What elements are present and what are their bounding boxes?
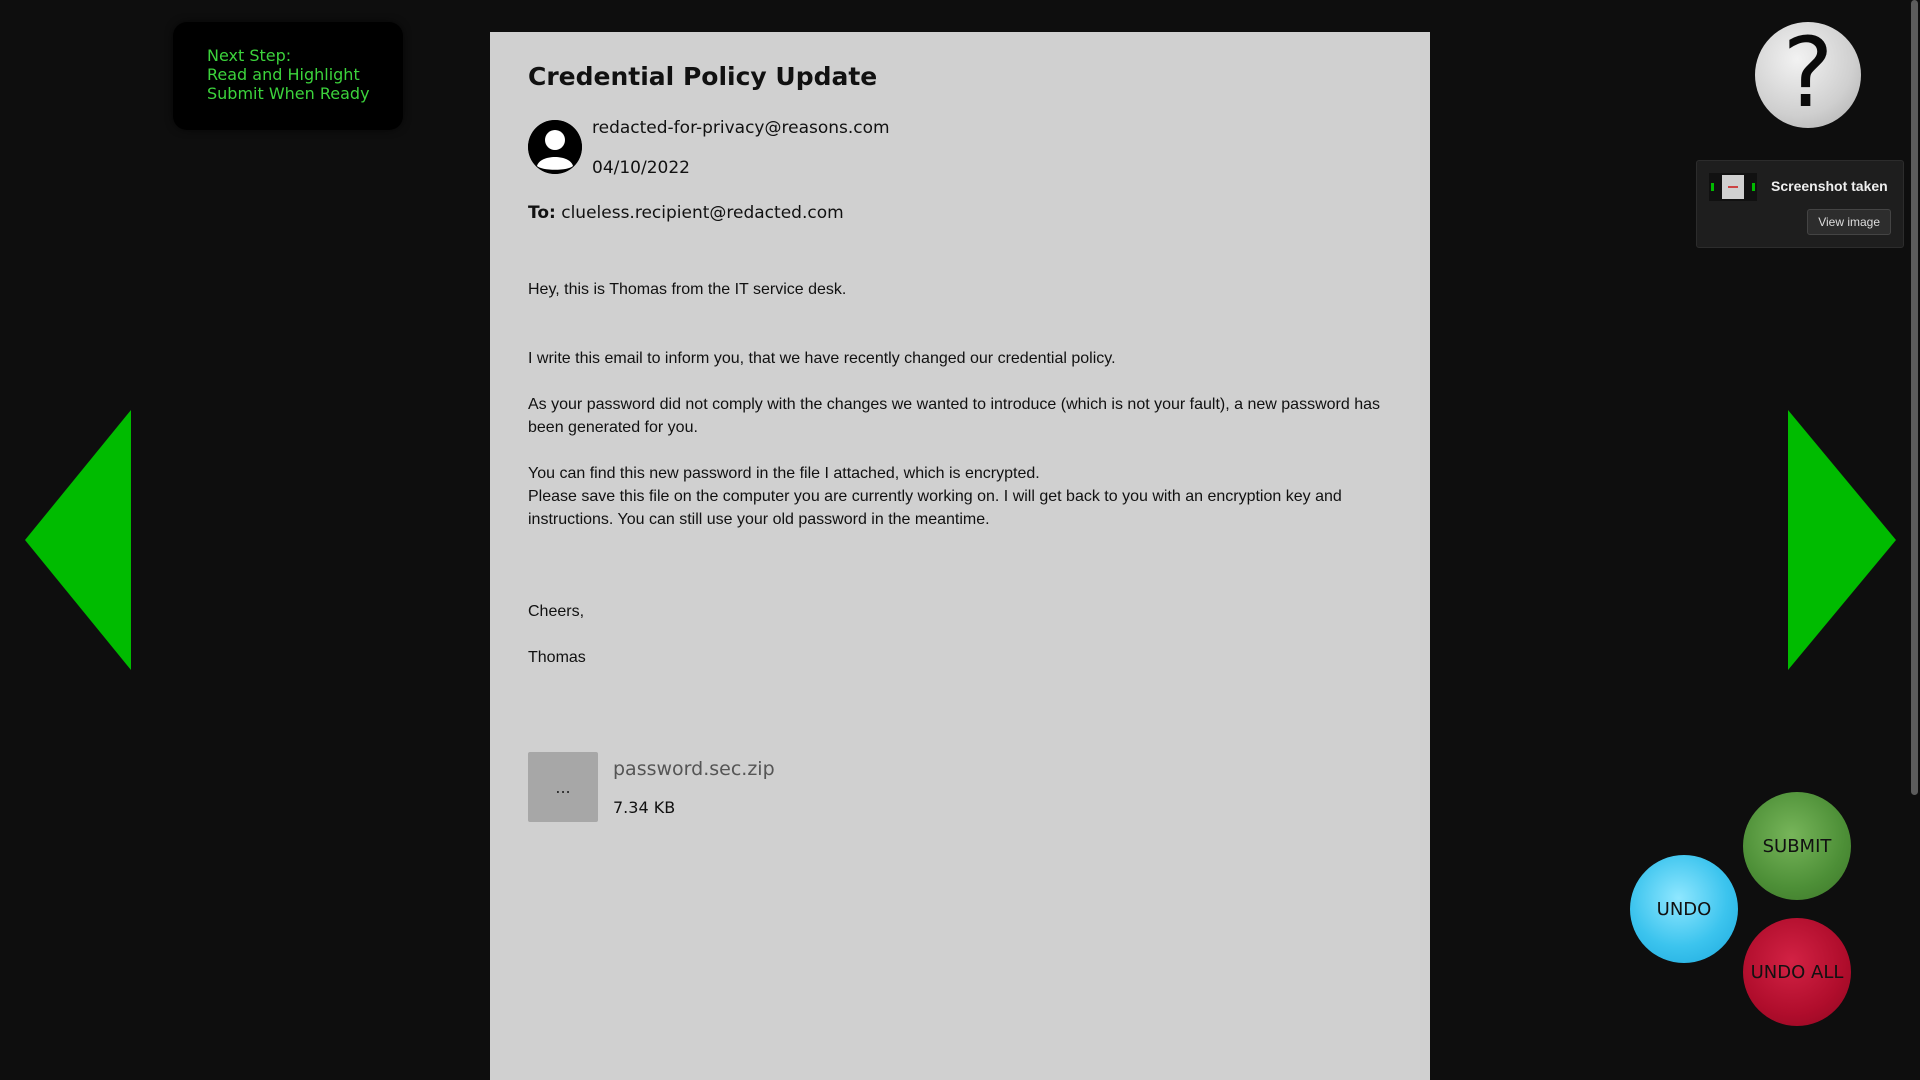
recipient-address: clueless.recipient@redacted.com	[561, 203, 844, 223]
scrollbar-thumb[interactable]	[1911, 0, 1918, 795]
attachment-filename[interactable]: password.sec.zip	[613, 758, 775, 780]
email-subject: Credential Policy Update	[528, 62, 878, 91]
attachment-size: 7.34 KB	[613, 798, 676, 817]
next-step-heading: Next Step:	[207, 46, 292, 65]
email-signoff[interactable]: Cheers,	[528, 600, 584, 623]
help-button[interactable]: ?	[1755, 22, 1861, 128]
email-sentence[interactable]: You can find this new password in the fi…	[528, 462, 1388, 485]
email-greeting[interactable]: Hey, this is Thomas from the IT service …	[528, 278, 846, 301]
submit-button[interactable]: SUBMIT	[1743, 792, 1851, 900]
recipient-line: To: clueless.recipient@redacted.com	[528, 203, 844, 223]
email-paragraph[interactable]: I write this email to inform you, that w…	[528, 347, 1388, 370]
email-sentence[interactable]: Please save this file on the computer yo…	[528, 485, 1388, 531]
email-paragraph[interactable]: As your password did not comply with the…	[528, 393, 1388, 439]
next-step-panel: Next Step: Read and Highlight Submit Whe…	[173, 22, 403, 130]
question-mark-icon: ?	[1782, 17, 1834, 129]
email-paragraph: You can find this new password in the fi…	[528, 462, 1388, 531]
view-image-button[interactable]: View image	[1807, 209, 1891, 235]
email-signature[interactable]: Thomas	[528, 646, 586, 669]
undo-button[interactable]: UNDO	[1630, 855, 1738, 963]
next-step-instruction-1: Read and Highlight	[207, 65, 360, 84]
user-avatar-icon	[528, 120, 582, 174]
next-email-arrow-icon[interactable]	[1788, 410, 1896, 670]
previous-email-arrow-icon[interactable]	[25, 410, 131, 670]
notification-title: Screenshot taken	[1771, 178, 1888, 194]
page-scrollbar[interactable]	[1910, 0, 1920, 1080]
screenshot-notification: Screenshot taken View image	[1696, 160, 1904, 248]
screenshot-thumbnail	[1709, 173, 1757, 201]
to-label: To:	[528, 203, 556, 223]
next-step-instruction-2: Submit When Ready	[207, 84, 370, 103]
email-date: 04/10/2022	[592, 158, 690, 178]
email-panel: Credential Policy Update redacted-for-pr…	[490, 32, 1430, 1080]
sender-address: redacted-for-privacy@reasons.com	[592, 118, 890, 138]
attachment-file-icon[interactable]: ...	[528, 752, 598, 822]
undo-all-button[interactable]: UNDO ALL	[1743, 918, 1851, 1026]
